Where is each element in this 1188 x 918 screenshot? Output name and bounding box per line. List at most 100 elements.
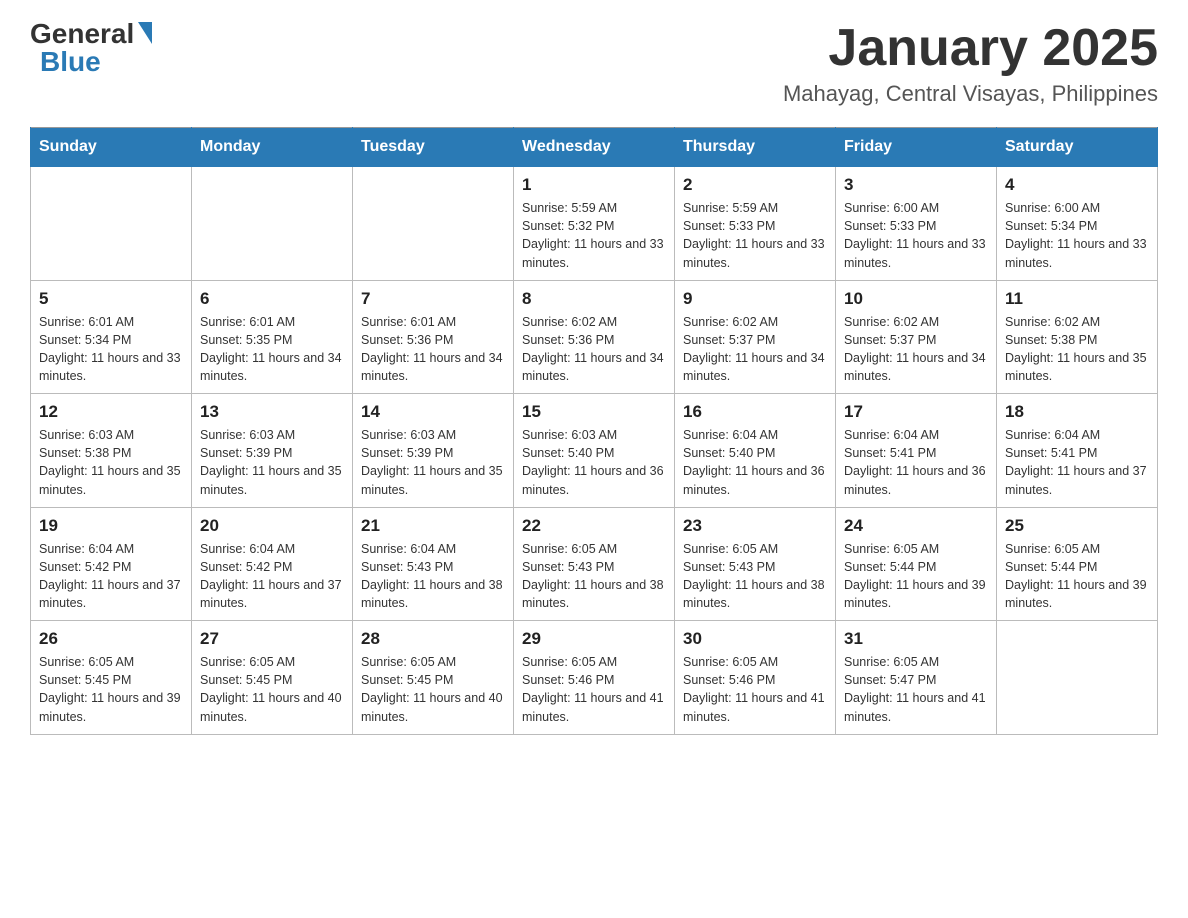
calendar-week-row: 26 Sunrise: 6:05 AM Sunset: 5:45 PM Dayli…: [31, 621, 1158, 735]
day-number: 9: [683, 289, 827, 309]
day-info: Sunrise: 6:05 AM Sunset: 5:43 PM Dayligh…: [683, 540, 827, 613]
day-number: 14: [361, 402, 505, 422]
day-info: Sunrise: 6:04 AM Sunset: 5:41 PM Dayligh…: [1005, 426, 1149, 499]
day-number: 22: [522, 516, 666, 536]
calendar-cell: 15 Sunrise: 6:03 AM Sunset: 5:40 PM Dayli…: [514, 394, 675, 508]
day-info: Sunrise: 6:03 AM Sunset: 5:40 PM Dayligh…: [522, 426, 666, 499]
day-number: 13: [200, 402, 344, 422]
calendar-cell: 8 Sunrise: 6:02 AM Sunset: 5:36 PM Daylig…: [514, 280, 675, 394]
day-number: 15: [522, 402, 666, 422]
day-info: Sunrise: 6:05 AM Sunset: 5:44 PM Dayligh…: [1005, 540, 1149, 613]
calendar-cell: 23Sunrise: 6:05 AM Sunset: 5:43 PM Dayli…: [675, 507, 836, 621]
day-number: 17: [844, 402, 988, 422]
day-number: 31: [844, 629, 988, 649]
day-info: Sunrise: 6:03 AM Sunset: 5:38 PM Dayligh…: [39, 426, 183, 499]
day-number: 11: [1005, 289, 1149, 309]
calendar-cell: 17 Sunrise: 6:04 AM Sunset: 5:41 PM Dayli…: [836, 394, 997, 508]
calendar-week-row: 1Sunrise: 5:59 AM Sunset: 5:32 PM Daylig…: [31, 167, 1158, 281]
calendar-cell: 19 Sunrise: 6:04 AM Sunset: 5:42 PM Dayli…: [31, 507, 192, 621]
day-info: Sunrise: 6:04 AM Sunset: 5:42 PM Dayligh…: [39, 540, 183, 613]
calendar-cell: 13 Sunrise: 6:03 AM Sunset: 5:39 PM Dayli…: [192, 394, 353, 508]
logo: General Blue: [30, 20, 152, 76]
column-header-saturday: Saturday: [997, 128, 1158, 167]
calendar-cell: 14 Sunrise: 6:03 AM Sunset: 5:39 PM Dayli…: [353, 394, 514, 508]
calendar-cell: 18 Sunrise: 6:04 AM Sunset: 5:41 PM Dayli…: [997, 394, 1158, 508]
day-number: 2: [683, 175, 827, 195]
day-info: Sunrise: 6:02 AM Sunset: 5:37 PM Dayligh…: [683, 313, 827, 386]
calendar-cell: 11 Sunrise: 6:02 AM Sunset: 5:38 PM Dayli…: [997, 280, 1158, 394]
day-number: 10: [844, 289, 988, 309]
column-header-sunday: Sunday: [31, 128, 192, 167]
day-number: 3: [844, 175, 988, 195]
calendar-cell: 12 Sunrise: 6:03 AM Sunset: 5:38 PM Dayli…: [31, 394, 192, 508]
day-info: Sunrise: 6:02 AM Sunset: 5:36 PM Dayligh…: [522, 313, 666, 386]
day-info: Sunrise: 6:03 AM Sunset: 5:39 PM Dayligh…: [200, 426, 344, 499]
column-header-monday: Monday: [192, 128, 353, 167]
calendar-cell: 30Sunrise: 6:05 AM Sunset: 5:46 PM Dayli…: [675, 621, 836, 735]
day-info: Sunrise: 6:01 AM Sunset: 5:35 PM Dayligh…: [200, 313, 344, 386]
calendar-cell: 16 Sunrise: 6:04 AM Sunset: 5:40 PM Dayli…: [675, 394, 836, 508]
calendar-table: SundayMondayTuesdayWednesdayThursdayFrid…: [30, 127, 1158, 735]
day-number: 12: [39, 402, 183, 422]
day-number: 18: [1005, 402, 1149, 422]
day-info: Sunrise: 6:04 AM Sunset: 5:43 PM Dayligh…: [361, 540, 505, 613]
day-number: 28: [361, 629, 505, 649]
calendar-cell: 25 Sunrise: 6:05 AM Sunset: 5:44 PM Dayli…: [997, 507, 1158, 621]
day-number: 25: [1005, 516, 1149, 536]
day-number: 7: [361, 289, 505, 309]
day-info: Sunrise: 6:04 AM Sunset: 5:41 PM Dayligh…: [844, 426, 988, 499]
calendar-cell: 3Sunrise: 6:00 AM Sunset: 5:33 PM Daylig…: [836, 167, 997, 281]
calendar-cell: [353, 167, 514, 281]
column-header-wednesday: Wednesday: [514, 128, 675, 167]
calendar-cell: 2Sunrise: 5:59 AM Sunset: 5:33 PM Daylig…: [675, 167, 836, 281]
day-info: Sunrise: 6:00 AM Sunset: 5:34 PM Dayligh…: [1005, 199, 1149, 272]
day-number: 16: [683, 402, 827, 422]
month-title: January 2025: [783, 20, 1158, 77]
day-info: Sunrise: 6:04 AM Sunset: 5:40 PM Dayligh…: [683, 426, 827, 499]
logo-general-text: General: [30, 20, 134, 48]
day-number: 20: [200, 516, 344, 536]
calendar-cell: 20Sunrise: 6:04 AM Sunset: 5:42 PM Dayli…: [192, 507, 353, 621]
logo-blue-text: Blue: [40, 48, 101, 76]
calendar-cell: [31, 167, 192, 281]
day-info: Sunrise: 6:03 AM Sunset: 5:39 PM Dayligh…: [361, 426, 505, 499]
calendar-cell: 21Sunrise: 6:04 AM Sunset: 5:43 PM Dayli…: [353, 507, 514, 621]
calendar-header-row: SundayMondayTuesdayWednesdayThursdayFrid…: [31, 128, 1158, 167]
calendar-cell: 7Sunrise: 6:01 AM Sunset: 5:36 PM Daylig…: [353, 280, 514, 394]
calendar-week-row: 5Sunrise: 6:01 AM Sunset: 5:34 PM Daylig…: [31, 280, 1158, 394]
day-number: 29: [522, 629, 666, 649]
calendar-cell: 9 Sunrise: 6:02 AM Sunset: 5:37 PM Daylig…: [675, 280, 836, 394]
day-number: 30: [683, 629, 827, 649]
column-header-tuesday: Tuesday: [353, 128, 514, 167]
calendar-cell: 27 Sunrise: 6:05 AM Sunset: 5:45 PM Dayli…: [192, 621, 353, 735]
calendar-cell: 29 Sunrise: 6:05 AM Sunset: 5:46 PM Dayli…: [514, 621, 675, 735]
calendar-cell: 1Sunrise: 5:59 AM Sunset: 5:32 PM Daylig…: [514, 167, 675, 281]
day-info: Sunrise: 6:05 AM Sunset: 5:47 PM Dayligh…: [844, 653, 988, 726]
day-number: 27: [200, 629, 344, 649]
calendar-cell: 24Sunrise: 6:05 AM Sunset: 5:44 PM Dayli…: [836, 507, 997, 621]
day-info: Sunrise: 6:02 AM Sunset: 5:38 PM Dayligh…: [1005, 313, 1149, 386]
calendar-cell: 31 Sunrise: 6:05 AM Sunset: 5:47 PM Dayli…: [836, 621, 997, 735]
day-info: Sunrise: 6:01 AM Sunset: 5:34 PM Dayligh…: [39, 313, 183, 386]
column-header-thursday: Thursday: [675, 128, 836, 167]
page-header: General Blue January 2025 Mahayag, Centr…: [30, 20, 1158, 107]
calendar-week-row: 12 Sunrise: 6:03 AM Sunset: 5:38 PM Dayli…: [31, 394, 1158, 508]
calendar-cell: 26Sunrise: 6:05 AM Sunset: 5:45 PM Dayli…: [31, 621, 192, 735]
title-block: January 2025 Mahayag, Central Visayas, P…: [783, 20, 1158, 107]
calendar-cell: 22Sunrise: 6:05 AM Sunset: 5:43 PM Dayli…: [514, 507, 675, 621]
calendar-cell: [997, 621, 1158, 735]
calendar-cell: 6 Sunrise: 6:01 AM Sunset: 5:35 PM Daylig…: [192, 280, 353, 394]
calendar-cell: 10 Sunrise: 6:02 AM Sunset: 5:37 PM Dayli…: [836, 280, 997, 394]
day-number: 19: [39, 516, 183, 536]
day-number: 24: [844, 516, 988, 536]
day-info: Sunrise: 6:05 AM Sunset: 5:46 PM Dayligh…: [522, 653, 666, 726]
day-info: Sunrise: 6:02 AM Sunset: 5:37 PM Dayligh…: [844, 313, 988, 386]
day-number: 6: [200, 289, 344, 309]
day-number: 1: [522, 175, 666, 195]
day-number: 8: [522, 289, 666, 309]
day-info: Sunrise: 6:05 AM Sunset: 5:45 PM Dayligh…: [200, 653, 344, 726]
day-number: 26: [39, 629, 183, 649]
logo-triangle-icon: [138, 22, 152, 44]
calendar-cell: 28 Sunrise: 6:05 AM Sunset: 5:45 PM Dayli…: [353, 621, 514, 735]
day-info: Sunrise: 6:05 AM Sunset: 5:45 PM Dayligh…: [361, 653, 505, 726]
